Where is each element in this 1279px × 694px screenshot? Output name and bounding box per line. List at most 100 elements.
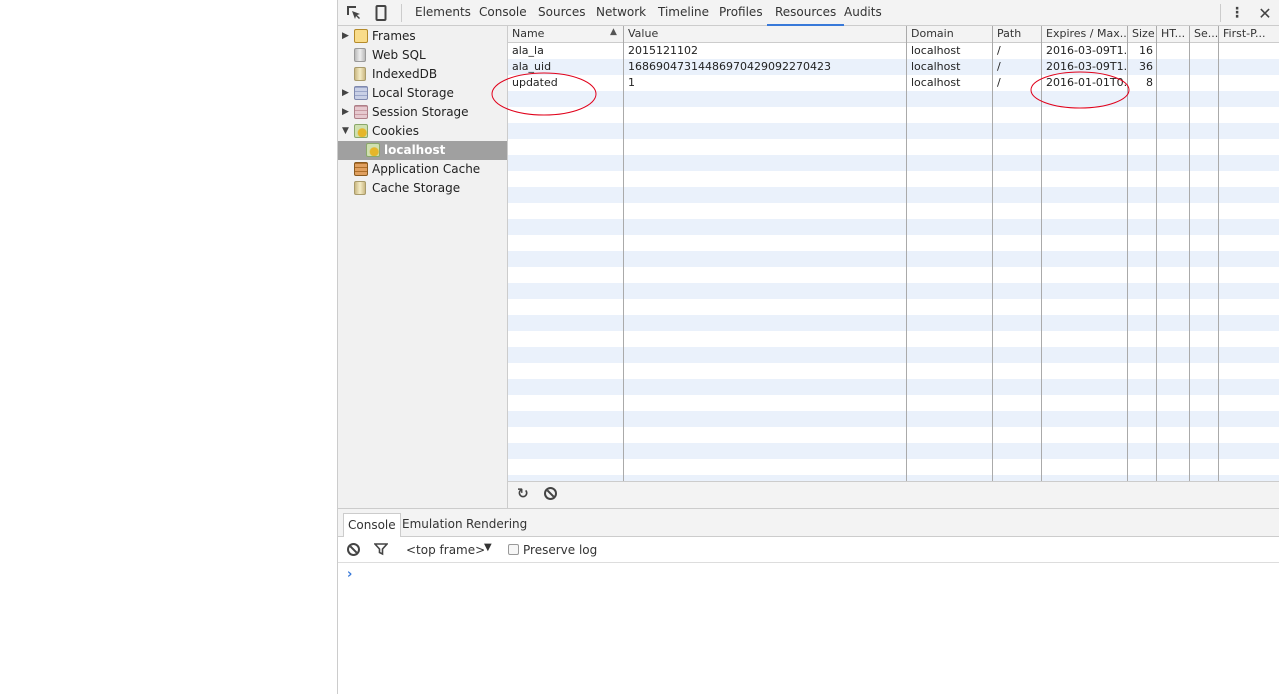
table-cell: localhost (911, 60, 961, 73)
table-cell (1157, 75, 1190, 91)
devtools-panel: Elements Console Sources Network Timelin… (337, 0, 1279, 694)
drawer-tab-emulation[interactable]: Emulation (398, 513, 467, 537)
sidebar-item-label: Cookies (372, 124, 419, 138)
console-toolbar: <top frame> ▼ Preserve log (338, 537, 1279, 563)
table-cell (1219, 75, 1279, 91)
column-header-name[interactable]: Name (508, 26, 624, 42)
table-cell: 16 (1139, 44, 1153, 57)
drawer-tab-console[interactable]: Console (343, 513, 401, 537)
sidebar-item-web-sql[interactable]: Web SQL (338, 46, 507, 65)
sidebar-item-local-storage[interactable]: ▶ Local Storage (338, 84, 507, 103)
table-icon (354, 86, 368, 100)
preserve-log-checkbox[interactable] (508, 544, 519, 555)
column-header-secure[interactable]: Se... (1190, 26, 1219, 42)
dropdown-arrow-icon[interactable]: ▼ (484, 542, 492, 553)
table-cell: 1 (628, 76, 635, 89)
collapse-arrow-icon[interactable]: ▼ (342, 122, 349, 141)
preserve-log-label: Preserve log (523, 543, 598, 557)
expand-arrow-icon[interactable]: ▶ (342, 103, 349, 122)
expand-arrow-icon[interactable]: ▶ (342, 84, 349, 103)
table-cell (1190, 75, 1219, 91)
cookie-icon (366, 143, 380, 157)
expand-arrow-icon[interactable]: ▶ (342, 27, 349, 46)
resources-sidebar: ▶ Frames Web SQL IndexedDB ▶ Local Storage… (338, 26, 508, 508)
drawer-tabs: Console Emulation Rendering (338, 509, 1279, 537)
table-footer: ↻ (508, 481, 1279, 508)
sidebar-item-label: IndexedDB (372, 67, 438, 81)
tab-network[interactable]: Network (596, 0, 646, 26)
sidebar-item-label: Frames (372, 29, 416, 43)
table-cell (1219, 43, 1279, 59)
close-icon[interactable]: ✕ (1256, 4, 1274, 23)
table-cell: ala_uid (512, 60, 552, 73)
column-header-value[interactable]: Value (624, 26, 907, 42)
sort-ascending-icon: ▲ (610, 27, 617, 37)
table-cell: ala_la (512, 44, 544, 57)
sidebar-item-frames[interactable]: ▶ Frames (338, 27, 507, 46)
sidebar-item-indexeddb[interactable]: IndexedDB (338, 65, 507, 84)
column-header-size[interactable]: Size (1128, 26, 1157, 42)
toolbar-divider (401, 4, 402, 22)
cookie-icon (354, 124, 368, 138)
table-cell (1219, 59, 1279, 75)
table-row[interactable]: ala_la 2015121102 localhost / 2016-03-09T1..… (508, 43, 1279, 59)
table-cell (1157, 59, 1190, 75)
cookies-table: Name ▲ Value Domain Path Expires / Max..… (508, 26, 1279, 481)
table-cell: 2016-01-01T0... (1046, 76, 1128, 89)
database-icon (354, 48, 366, 62)
more-icon[interactable]: ⋮ (1228, 4, 1246, 22)
table-cell: 8 (1146, 76, 1153, 89)
table-cell: updated (512, 76, 558, 89)
column-header-httponly[interactable]: HT... (1157, 26, 1190, 42)
table-cell (1157, 43, 1190, 59)
table-icon (354, 105, 368, 119)
table-row[interactable]: updated 1 localhost / 2016-01-01T0... 8 (508, 75, 1279, 91)
table-cell (1190, 43, 1219, 59)
refresh-icon[interactable]: ↻ (517, 486, 529, 502)
database-icon (354, 181, 366, 195)
sidebar-item-cache-storage[interactable]: Cache Storage (338, 179, 507, 198)
filter-icon[interactable] (373, 542, 389, 559)
frame-select[interactable]: <top frame> (406, 543, 485, 557)
sidebar-item-session-storage[interactable]: ▶ Session Storage (338, 103, 507, 122)
table-cell: localhost (911, 44, 961, 57)
table-cell: / (997, 60, 1001, 73)
sidebar-item-label: Session Storage (372, 105, 469, 119)
sidebar-item-localhost[interactable]: localhost (338, 141, 507, 160)
sidebar-item-label: Web SQL (372, 48, 426, 62)
console-prompt[interactable]: › (347, 567, 352, 582)
tab-sources[interactable]: Sources (538, 0, 585, 26)
tab-timeline[interactable]: Timeline (658, 0, 709, 26)
tab-profiles[interactable]: Profiles (719, 0, 763, 26)
sidebar-item-label: Application Cache (372, 162, 481, 176)
database-icon (354, 67, 366, 81)
sidebar-item-application-cache[interactable]: Application Cache (338, 160, 507, 179)
devtools-toolbar: Elements Console Sources Network Timelin… (338, 0, 1279, 26)
sidebar-item-label: localhost (384, 143, 446, 157)
sidebar-item-label: Local Storage (372, 86, 454, 100)
tab-console[interactable]: Console (479, 0, 527, 26)
column-header-domain[interactable]: Domain (907, 26, 993, 42)
drawer-tab-rendering[interactable]: Rendering (462, 513, 531, 537)
column-header-first-party[interactable]: First-P... (1219, 26, 1279, 42)
table-cell (1190, 59, 1219, 75)
tab-resources[interactable]: Resources (767, 0, 845, 26)
tab-audits[interactable]: Audits (844, 0, 882, 26)
column-header-path[interactable]: Path (993, 26, 1042, 42)
console-drawer: Console Emulation Rendering <top frame> … (338, 508, 1279, 694)
table-cell: / (997, 44, 1001, 57)
sidebar-item-cookies[interactable]: ▼ Cookies (338, 122, 507, 141)
table-cell: 16869047314486970429092270423 (628, 60, 831, 73)
table-row[interactable]: ala_uid 16869047314486970429092270423 loca… (508, 59, 1279, 75)
app-cache-icon (354, 162, 368, 176)
clear-icon[interactable] (544, 487, 557, 500)
folder-icon (354, 29, 368, 43)
table-cell: 2016-03-09T1... (1046, 44, 1128, 57)
tab-elements[interactable]: Elements (415, 0, 471, 26)
clear-console-icon[interactable] (347, 543, 360, 556)
table-cell: 36 (1139, 60, 1153, 73)
table-cell: localhost (911, 76, 961, 89)
inspect-icon[interactable] (345, 4, 363, 22)
device-icon[interactable] (372, 4, 390, 22)
column-header-expires[interactable]: Expires / Max... (1042, 26, 1128, 42)
